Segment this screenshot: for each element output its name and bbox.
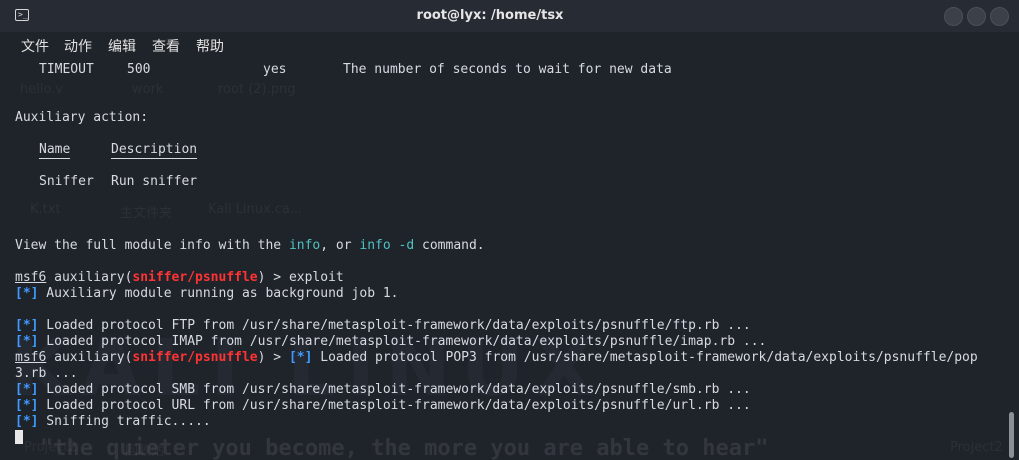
status-line: [*] Loaded protocol FTP from /usr/share/…	[15, 318, 751, 333]
close-button[interactable]	[990, 7, 1009, 26]
text-cursor	[15, 430, 23, 444]
desktop-label: Kali Linux.ca...	[208, 202, 303, 217]
menu-view[interactable]: 查看	[152, 36, 180, 56]
window-title: root@lyx: /home/tsx	[416, 8, 564, 23]
prompt-line: msf6 auxiliary(sniffer/psnuffle) > explo…	[15, 270, 344, 285]
menu-edit[interactable]: 编辑	[108, 36, 136, 56]
title-bar[interactable]: >_ root@lyx: /home/tsx	[0, 0, 1019, 32]
terminal-output[interactable]: hello.v work root (2).png K.txt 主文件夹 Kal…	[0, 56, 1003, 460]
minimize-button[interactable]	[944, 7, 963, 26]
command-text: exploit	[288, 270, 344, 285]
status-line: [*] Auxiliary module running as backgrou…	[15, 286, 399, 301]
desktop-label: 主文件夹	[120, 206, 173, 221]
prompt-line: msf6 auxiliary(sniffer/psnuffle) > [*] L…	[15, 350, 978, 365]
status-line: [*] Sniffing traffic.....	[15, 414, 211, 429]
desktop-label: work	[132, 82, 164, 97]
status-line: [*] Loaded protocol IMAP from /usr/share…	[15, 334, 767, 349]
menu-bar: 文件 动作 编辑 查看 帮助	[0, 32, 1019, 56]
menu-action[interactable]: 动作	[64, 36, 92, 56]
aux-heading: Auxiliary action:	[15, 110, 149, 125]
terminal-window: >_ root@lyx: /home/tsx 文件 动作 编辑 查看 帮助 he…	[0, 0, 1019, 460]
maximize-button[interactable]	[967, 7, 986, 26]
menu-help[interactable]: 帮助	[196, 36, 224, 56]
view-info-line: View the full module info with the info,…	[15, 238, 485, 253]
status-line: [*] Loaded protocol URL from /usr/share/…	[15, 398, 751, 413]
wrapped-line: 3.rb ...	[15, 366, 78, 381]
kali-quote-watermark: "the quieter you become, the more you ar…	[40, 436, 769, 460]
desktop-label: root (2).png	[218, 82, 296, 97]
desktop-label: K.txt	[30, 202, 61, 217]
desktop-label: hello.v	[20, 82, 64, 97]
scrollbar-thumb[interactable]	[1009, 412, 1014, 458]
status-line: [*] Loaded protocol SMB from /usr/share/…	[15, 382, 751, 397]
vertical-scrollbar[interactable]	[1004, 56, 1019, 460]
menu-file[interactable]: 文件	[21, 36, 49, 56]
desktop-label: Project2...	[950, 440, 1003, 455]
